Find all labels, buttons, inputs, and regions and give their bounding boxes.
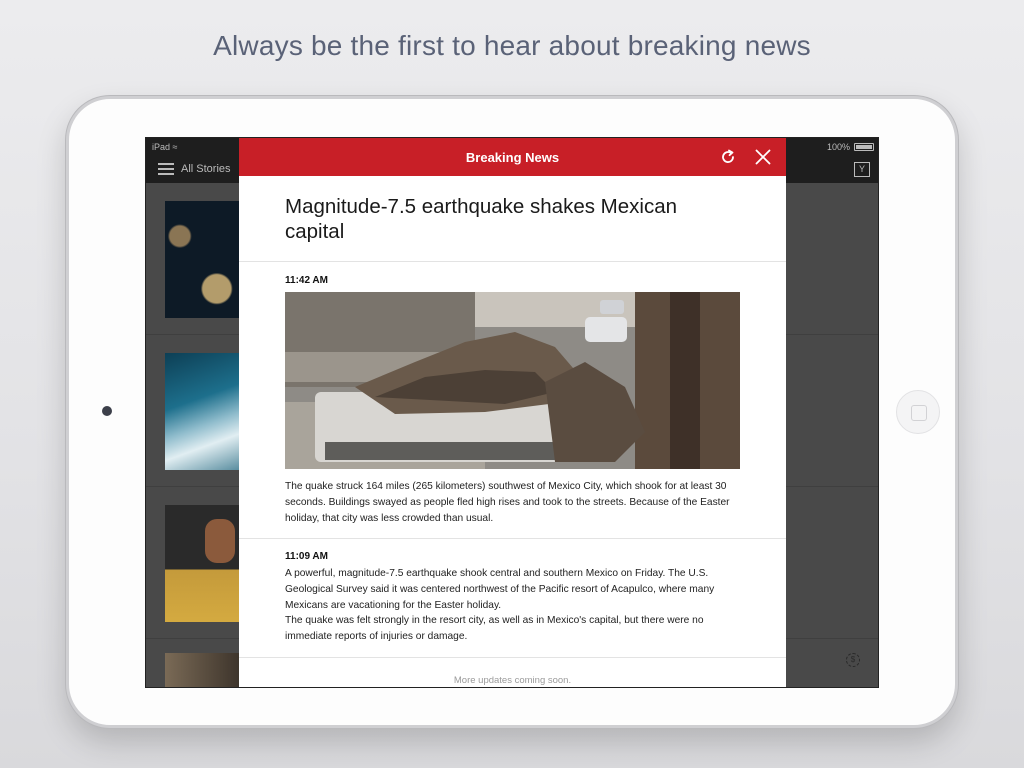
story-thumbnail xyxy=(165,505,239,622)
home-button[interactable] xyxy=(896,390,940,434)
refresh-icon[interactable] xyxy=(719,148,737,166)
update-time: 11:09 AM xyxy=(285,551,328,562)
update-text: The quake struck 164 miles (265 kilomete… xyxy=(285,481,730,524)
update-time: 11:42 AM xyxy=(285,275,328,286)
update-item: 11:42 AM xyxy=(285,275,741,286)
headline-block: Magnitude-7.5 earthquake shakes Mexican … xyxy=(239,176,786,262)
promo-tagline: Always be the first to hear about breaki… xyxy=(213,30,811,61)
close-icon[interactable] xyxy=(755,149,771,165)
hamburger-menu-icon[interactable] xyxy=(158,163,174,175)
battery-status: 100% xyxy=(827,142,874,152)
update-text: The quake was felt strongly in the resor… xyxy=(285,615,704,642)
update-text: A powerful, magnitude-7.5 earthquake sho… xyxy=(285,568,715,611)
story-thumbnail xyxy=(165,353,239,470)
sponsored-icon: $ xyxy=(846,653,860,667)
earthquake-photo xyxy=(285,292,740,469)
update-item: 11:09 AM xyxy=(285,551,741,562)
front-camera xyxy=(102,406,112,416)
battery-icon xyxy=(854,143,874,151)
modal-header: Breaking News xyxy=(239,138,786,176)
more-updates-note: More updates coming soon. xyxy=(453,675,572,686)
all-stories-label[interactable]: All Stories xyxy=(181,163,231,175)
update-divider xyxy=(239,538,786,539)
story-headline: Magnitude-7.5 earthquake shakes Mexican … xyxy=(285,195,678,243)
modal-title: Breaking News xyxy=(465,150,560,165)
device-name: iPad ≈ xyxy=(152,142,178,152)
ipad-screen: iPad ≈ 100% All Stories Y $ Breaking New… xyxy=(145,137,879,688)
story-thumbnail xyxy=(165,201,239,318)
breaking-news-modal: Breaking News Magnitude-7.5 earthquake s… xyxy=(239,138,786,687)
update-divider xyxy=(239,657,786,658)
story-thumbnail xyxy=(165,653,239,687)
battery-percent: 100% xyxy=(826,142,850,152)
yahoo-app-icon[interactable]: Y xyxy=(854,162,870,177)
